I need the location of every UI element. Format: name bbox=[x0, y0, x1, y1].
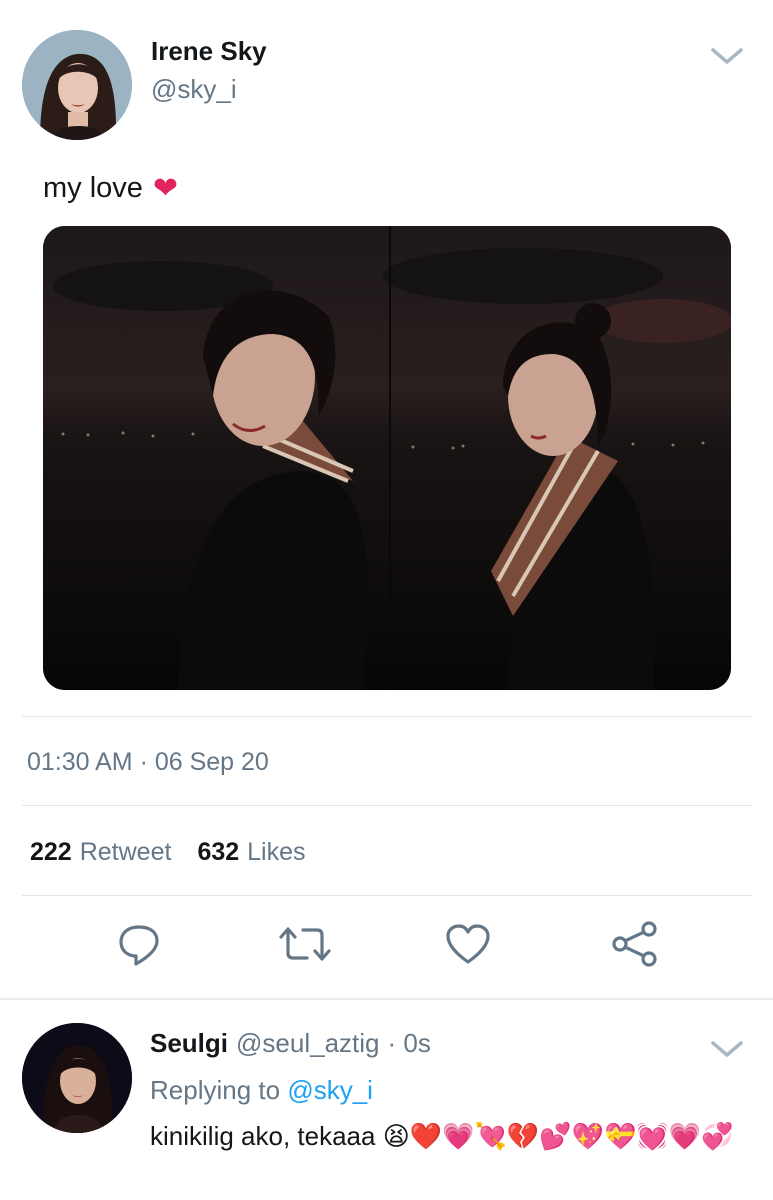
comment-icon bbox=[116, 921, 162, 972]
share-icon bbox=[610, 920, 658, 973]
divider bbox=[22, 716, 752, 717]
reply-header: Seulgi @seul_aztig · 0s bbox=[150, 1028, 431, 1059]
avatar-image bbox=[22, 30, 132, 140]
section-divider bbox=[0, 998, 773, 1000]
reply-handle[interactable]: @seul_aztig bbox=[236, 1028, 379, 1059]
tweet-timestamp[interactable]: 01:30 AM · 06 Sep 20 bbox=[27, 748, 269, 777]
tweet-photo[interactable] bbox=[43, 226, 731, 690]
reply-text-content: kinikilig ako, tekaaa bbox=[150, 1121, 376, 1151]
chevron-down-icon[interactable] bbox=[710, 44, 744, 68]
retweet-button[interactable] bbox=[279, 921, 331, 972]
divider bbox=[22, 895, 752, 896]
tweet-text: my love ❤ bbox=[43, 172, 178, 205]
photo-image bbox=[43, 226, 731, 690]
retweet-count[interactable]: 222 bbox=[30, 838, 72, 867]
replying-prefix: Replying to bbox=[150, 1075, 281, 1105]
like-label[interactable]: Likes bbox=[247, 838, 305, 867]
replying-to: Replying to @sky_i bbox=[150, 1075, 373, 1106]
chevron-down-icon[interactable] bbox=[710, 1037, 744, 1061]
retweet-label[interactable]: Retweet bbox=[80, 838, 172, 867]
divider bbox=[22, 805, 752, 806]
reply-emojis: 😫❤️💗💘💔💕💖💝💓💗💞 bbox=[382, 1121, 734, 1151]
red-heart-emoji: ❤ bbox=[152, 171, 179, 205]
tweet-text-content: my love bbox=[43, 172, 143, 204]
like-count[interactable]: 632 bbox=[197, 838, 239, 867]
reply-display-name[interactable]: Seulgi bbox=[150, 1028, 228, 1059]
author-display-name[interactable]: Irene Sky bbox=[151, 36, 267, 67]
author-avatar[interactable] bbox=[22, 30, 132, 140]
reply-author-avatar[interactable] bbox=[22, 1023, 132, 1133]
reply-text: kinikilig ako, tekaaa 😫❤️💗💘💔💕💖💝💓💗💞 bbox=[150, 1120, 740, 1154]
retweet-icon bbox=[279, 921, 331, 972]
author-handle[interactable]: @sky_i bbox=[151, 74, 237, 105]
avatar-image bbox=[22, 1023, 132, 1133]
reply-time: · 0s bbox=[387, 1028, 431, 1058]
heart-icon bbox=[444, 922, 492, 971]
share-button[interactable] bbox=[609, 920, 659, 973]
tweet-stats: 222 Retweet 632 Likes bbox=[30, 838, 306, 867]
replying-mention[interactable]: @sky_i bbox=[287, 1075, 373, 1105]
reply-button[interactable] bbox=[114, 921, 164, 971]
like-button[interactable] bbox=[443, 921, 493, 971]
